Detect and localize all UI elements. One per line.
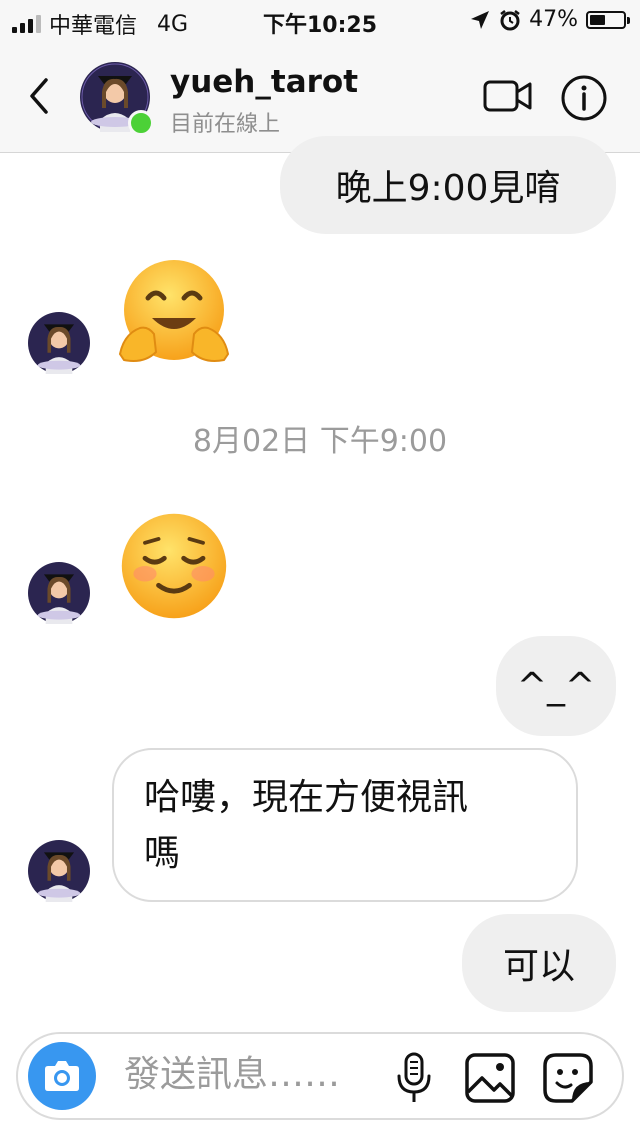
message-timestamp: 8月02日 下午9:00 xyxy=(192,424,448,459)
hugging-face-emoji[interactable] xyxy=(114,256,234,376)
outgoing-message[interactable]: ^_^ xyxy=(496,636,616,736)
image-icon[interactable] xyxy=(464,1052,516,1104)
camera-icon xyxy=(45,1061,79,1091)
message-input[interactable] xyxy=(124,1054,374,1095)
avatar[interactable] xyxy=(28,840,90,902)
info-icon[interactable] xyxy=(560,74,608,122)
outgoing-message[interactable]: 可以 xyxy=(462,914,616,1012)
outgoing-message[interactable]: 晚上9:00見唷 xyxy=(280,136,616,234)
video-camera-icon[interactable] xyxy=(482,74,534,118)
avatar[interactable] xyxy=(28,562,90,624)
message-text-line: 哈嘍，現在方便視訊 xyxy=(144,777,469,818)
battery-percent: 47% xyxy=(529,7,578,32)
incoming-message[interactable]: 哈嘍，現在方便視訊 嗎 xyxy=(112,748,578,902)
camera-button[interactable] xyxy=(28,1042,96,1110)
status-bar: 中華電信 4G 下午10:25 47% xyxy=(0,0,640,40)
presence-status: 目前在線上 xyxy=(170,112,281,137)
online-indicator xyxy=(128,110,154,136)
microphone-icon[interactable] xyxy=(394,1052,434,1104)
battery-fill xyxy=(590,14,605,25)
alarm-clock-icon xyxy=(500,9,520,30)
avatar[interactable] xyxy=(28,312,90,374)
chevron-left-icon[interactable] xyxy=(20,74,60,118)
battery-icon xyxy=(586,10,630,29)
message-text-line: 嗎 xyxy=(144,833,181,874)
sticker-icon[interactable] xyxy=(542,1052,594,1104)
location-arrow-icon xyxy=(471,10,490,29)
smiling-face-blushing-emoji[interactable] xyxy=(116,508,232,624)
message-composer xyxy=(16,1032,624,1120)
chat-username[interactable]: yueh_tarot xyxy=(170,64,358,100)
